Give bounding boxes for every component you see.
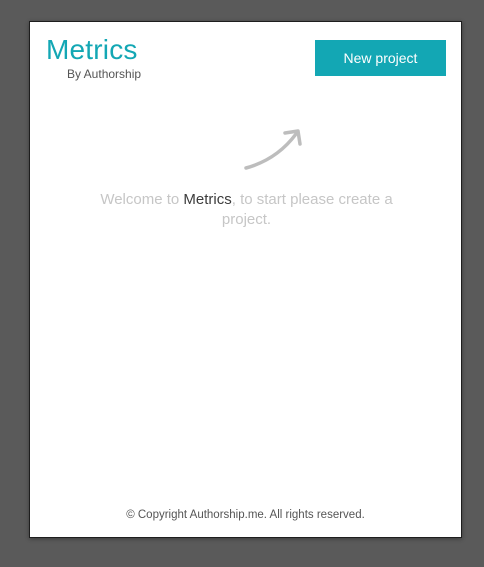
footer-copyright: © Copyright Authorship.me. All rights re… [126, 509, 365, 521]
app-subtitle: By Authorship [67, 67, 142, 81]
curved-arrow-icon [244, 129, 302, 170]
app-window: Metrics By Authorship New project Welcom… [29, 21, 462, 538]
welcome-suffix: , to start please create a project. [221, 191, 393, 228]
brand: Metrics By Authorship [46, 34, 141, 81]
welcome-prefix: Welcome to [100, 191, 184, 208]
app-title: Metrics [46, 34, 138, 65]
welcome-app-name: Metrics [183, 191, 232, 208]
welcome-message: Welcome to Metrics, to start please crea… [90, 190, 403, 230]
new-project-button[interactable]: New project [315, 40, 446, 76]
